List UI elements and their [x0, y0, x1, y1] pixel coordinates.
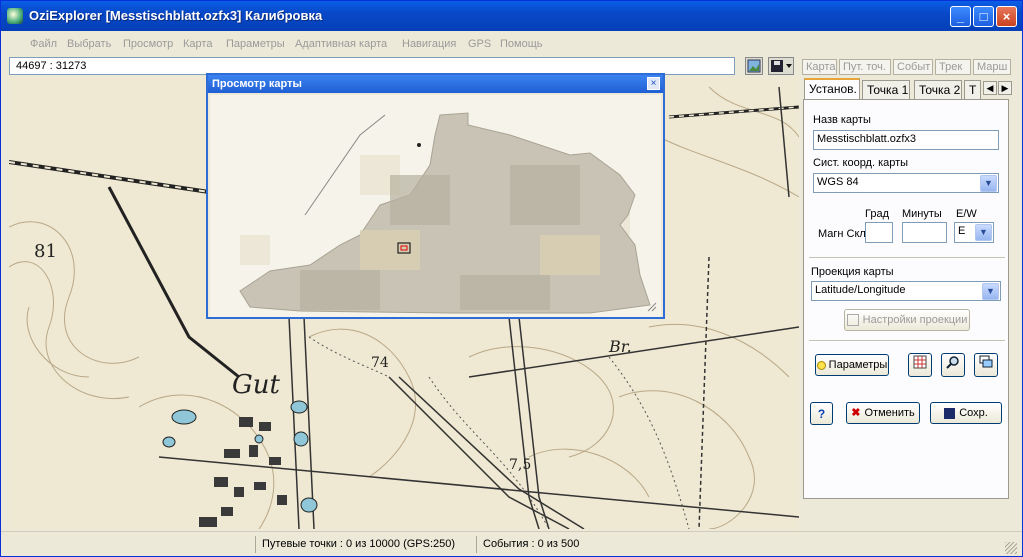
image-icon[interactable] [745, 57, 763, 75]
east-west-select[interactable]: E ▼ [954, 222, 994, 243]
coord-system-select[interactable]: WGS 84 ▼ [813, 173, 999, 193]
tab-point-2[interactable]: Точка 2 [914, 80, 962, 99]
grid-icon[interactable] [908, 353, 932, 377]
east-west-value: E [958, 225, 966, 237]
overview-map-view[interactable] [210, 95, 661, 317]
tab-scroll-right-icon[interactable]: ▶ [998, 81, 1012, 95]
app-icon [7, 8, 23, 24]
status-waypoints: Путевые точки : 0 из 10000 (GPS:250) [255, 536, 472, 553]
map-name-label: Назв карты [813, 114, 871, 126]
title-bar[interactable]: OziExplorer [Messtischblatt.ozfx3] Калиб… [1, 1, 1022, 31]
window-title: OziExplorer [Messtischblatt.ozfx3] Калиб… [29, 8, 323, 23]
map-label-81: 81 [34, 241, 57, 262]
minutes-label: Минуты [902, 208, 942, 220]
settings-icon [846, 314, 859, 327]
projection-settings-button[interactable]: Настройки проекции [844, 309, 970, 331]
menu-file[interactable]: Файл [30, 38, 57, 50]
status-bar: Путевые точки : 0 из 10000 (GPS:250) Соб… [1, 531, 1022, 556]
projection-label: Проекция карты [811, 266, 894, 278]
map-label-74: 74 [371, 355, 389, 371]
toolbar-tab-map[interactable]: Карта [802, 59, 837, 75]
menu-bar: Файл Выбрать Просмотр Карта Параметры Ад… [1, 31, 1022, 55]
maximize-button[interactable]: □ [973, 6, 994, 27]
lightbulb-icon [816, 360, 826, 370]
overview-title[interactable]: Просмотр карты [208, 75, 663, 93]
menu-map[interactable]: Карта [183, 38, 212, 50]
magnifier-icon[interactable] [941, 353, 965, 377]
cancel-button[interactable]: ✖ Отменить [846, 402, 920, 424]
save-map-icon[interactable] [768, 57, 794, 75]
tab-point-3[interactable]: Т [964, 80, 981, 99]
map-label-gut: Gut [232, 370, 281, 400]
divider [809, 257, 1005, 259]
cancel-icon: ✖ [851, 407, 861, 419]
floppy-icon [944, 407, 956, 419]
setup-tab-page: Назв карты Messtischblatt.ozfx3 Сист. ко… [803, 99, 1009, 499]
map-label-br: Br. [608, 337, 632, 356]
app-window: OziExplorer [Messtischblatt.ozfx3] Калиб… [0, 0, 1023, 557]
menu-parameters[interactable]: Параметры [226, 38, 285, 50]
coord-system-label: Сист. коорд. карты [813, 157, 909, 169]
declination-minutes-field[interactable] [902, 222, 947, 243]
close-button[interactable]: × [996, 6, 1017, 27]
status-events: События : 0 из 500 [476, 536, 596, 553]
menu-help[interactable]: Помощь [500, 38, 543, 50]
menu-view[interactable]: Просмотр [123, 38, 173, 50]
map-name-field[interactable]: Messtischblatt.ozfx3 [813, 130, 999, 150]
chevron-down-icon[interactable]: ▼ [975, 224, 992, 241]
parameters-button[interactable]: Параметры [815, 354, 889, 376]
magnetic-declination-label: Магн Скл [818, 228, 866, 240]
calibration-panel: Установ. Точка 1 Точка 2 Т ◀ ▶ Назв карт… [801, 77, 1020, 529]
projection-select[interactable]: Latitude/Longitude ▼ [811, 281, 1001, 301]
coord-system-value: WGS 84 [817, 176, 859, 188]
help-icon[interactable]: ? [810, 402, 833, 425]
menu-adaptive-map[interactable]: Адаптивная карта [295, 38, 387, 50]
chevron-down-icon[interactable]: ▼ [982, 283, 999, 300]
map-overview-window[interactable]: Просмотр карты × [206, 73, 665, 319]
divider [809, 340, 1005, 342]
tab-point-1[interactable]: Точка 1 [862, 80, 910, 99]
toolbar-tab-route[interactable]: Марш [973, 59, 1011, 75]
projection-value: Latitude/Longitude [815, 284, 906, 296]
toolbar-tab-events[interactable]: Событ [893, 59, 933, 75]
tab-scroll-left-icon[interactable]: ◀ [983, 81, 997, 95]
save-button[interactable]: Сохр. [930, 402, 1002, 424]
menu-navigation[interactable]: Навигация [402, 38, 456, 50]
minimize-button[interactable]: _ [950, 6, 971, 27]
declination-degrees-field[interactable] [865, 222, 893, 243]
resize-grip-icon[interactable] [1005, 542, 1017, 554]
windows-icon[interactable] [974, 353, 998, 377]
degrees-label: Град [865, 208, 889, 220]
tab-setup[interactable]: Установ. [804, 78, 860, 100]
toolbar-tab-waypoints[interactable]: Пут. точ. [839, 59, 891, 75]
map-label-75: 7,5 [509, 457, 531, 473]
overview-close-icon[interactable]: × [647, 77, 660, 90]
menu-gps[interactable]: GPS [468, 38, 491, 50]
chevron-down-icon[interactable]: ▼ [980, 175, 997, 192]
menu-select[interactable]: Выбрать [67, 38, 111, 50]
east-west-label: E/W [956, 208, 977, 220]
toolbar-tab-track[interactable]: Трек [935, 59, 971, 75]
